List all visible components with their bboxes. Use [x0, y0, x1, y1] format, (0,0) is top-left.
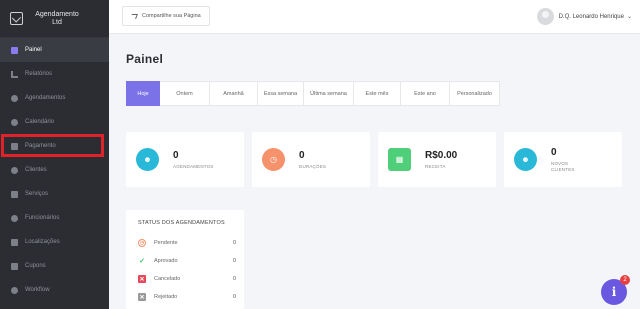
info-icon: i	[611, 285, 617, 299]
stat-label: AGENDAMENTOS	[173, 163, 214, 169]
status-label: Pendente	[154, 240, 178, 246]
sidebar-item-label: Relatórios	[25, 71, 53, 77]
sidebar-item-label: Localizações	[25, 239, 60, 245]
avatar	[536, 8, 554, 25]
brand[interactable]: Agendamento Ltd	[0, 0, 109, 38]
sidebar-item-localizacoes[interactable]: Localizações	[0, 230, 109, 254]
stat-card-duracoes: ◷ 0 DURAÇÕES	[252, 132, 370, 187]
clock-icon	[11, 94, 18, 102]
stat-card-receita: ▦ R$0.00 RECEITA	[378, 132, 496, 187]
stat-cards: ☻ 0 AGENDAMENTOS ◷ 0 DURAÇÕES ▦ R$0.00 R…	[126, 132, 630, 187]
sidebar-item-label: Cupons	[25, 263, 46, 269]
tab-hoje[interactable]: Hoje	[126, 81, 160, 106]
stat-card-novos-clientes: ☻ 0 NOVOS CLIENTES	[504, 132, 622, 187]
tab-amanha[interactable]: Amanhã	[210, 81, 258, 106]
status-count: 0	[232, 294, 236, 300]
sidebar-item-workflow[interactable]: Workflow	[0, 278, 109, 302]
status-count: 0	[232, 276, 236, 282]
employee-icon	[11, 214, 18, 222]
share-page-label: Compartilhe sua Página	[142, 13, 201, 19]
calendar-icon	[11, 118, 18, 126]
sidebar-item-label: Calendário	[25, 119, 55, 125]
status-row-rejeitado: ✕ Rejeitado 0	[138, 288, 236, 306]
status-count: 0	[232, 240, 236, 246]
sidebar-item-label: Funcionários	[25, 215, 60, 221]
workflow-icon	[11, 286, 18, 294]
status-row-aprovado: ✓ Aprovado 0	[138, 252, 236, 270]
tab-essa-semana[interactable]: Essa semana	[258, 81, 304, 106]
dashboard-icon	[11, 46, 18, 54]
sidebar-item-calendario[interactable]: Calendário	[0, 110, 109, 134]
sidebar-item-clientes[interactable]: Clientes	[0, 158, 109, 182]
status-row-cancelado: ✕ Cancelado 0	[138, 270, 236, 288]
page-title: Painel	[126, 52, 164, 66]
notification-badge: 2	[620, 275, 630, 285]
sidebar: Agendamento Ltd Painel Relatórios Agenda…	[0, 0, 109, 309]
sidebar-item-servicos[interactable]: Serviços	[0, 182, 109, 206]
location-icon	[11, 238, 18, 246]
date-filter-tabs: Hoje Ontem Amanhã Essa semana Última sem…	[126, 81, 500, 106]
check-icon: ✓	[139, 258, 145, 265]
tab-este-ano[interactable]: Este ano	[401, 81, 450, 106]
status-label: Rejeitado	[154, 294, 178, 300]
status-count: 0	[232, 258, 236, 264]
brand-name: Agendamento Ltd	[35, 10, 79, 26]
status-row-pendente: ◷ Pendente 0	[138, 234, 236, 252]
tab-ontem[interactable]: Ontem	[160, 81, 210, 106]
tab-este-mes[interactable]: Este mês	[354, 81, 401, 106]
sidebar-item-label: Clientes	[25, 167, 47, 173]
stat-label: DURAÇÕES	[299, 163, 327, 169]
appointment-status-panel: STATUS DOS AGENDAMENTOS ◷ Pendente 0 ✓ A…	[126, 210, 244, 309]
stat-value: 0	[299, 149, 305, 161]
coupon-icon	[11, 262, 18, 270]
services-icon	[11, 190, 18, 198]
user-icon: ☻	[136, 148, 159, 171]
user-name: D.Q. Leonardo Henrique	[558, 13, 624, 20]
sidebar-item-label: Workflow	[25, 287, 50, 293]
clock-icon: ◷	[138, 239, 146, 247]
users-icon	[11, 166, 18, 174]
user-icon: ☻	[514, 148, 537, 171]
share-icon	[130, 13, 138, 19]
sidebar-item-label: Painel	[25, 47, 42, 53]
stat-label: NOVOS CLIENTES	[551, 160, 575, 172]
tab-personalizado[interactable]: Personalizado	[450, 81, 500, 106]
sidebar-item-label: Serviços	[25, 191, 49, 197]
pagamento-highlight-box	[1, 134, 104, 157]
sidebar-item-cupons[interactable]: Cupons	[0, 254, 109, 278]
chevron-down-icon: ⌄	[626, 14, 632, 20]
tab-ultima-semana[interactable]: Última semana	[304, 81, 354, 106]
logo-icon	[10, 12, 23, 25]
share-page-button[interactable]: Compartilhe sua Página	[122, 6, 210, 26]
money-icon: ▦	[388, 148, 411, 171]
sidebar-item-relatorios[interactable]: Relatórios	[0, 62, 109, 86]
stat-card-agendamentos: ☻ 0 AGENDAMENTOS	[126, 132, 244, 187]
clock-icon: ◷	[262, 148, 285, 171]
status-label: Cancelado	[154, 276, 181, 282]
sidebar-nav: Painel Relatórios Agendamentos Calendári…	[0, 38, 109, 302]
chart-icon	[11, 70, 18, 78]
status-title: STATUS DOS AGENDAMENTOS	[138, 220, 225, 226]
stat-value: 0	[551, 146, 557, 158]
topbar: Compartilhe sua Página D.Q. Leonardo Hen…	[109, 0, 640, 34]
status-label: Aprovado	[154, 258, 178, 264]
x-icon: ✕	[138, 293, 146, 301]
stat-label: RECEITA	[425, 163, 446, 169]
stat-value: R$0.00	[425, 149, 458, 161]
sidebar-item-painel[interactable]: Painel	[0, 38, 109, 62]
stat-value: 0	[173, 149, 179, 161]
user-menu[interactable]: D.Q. Leonardo Henrique ⌄	[536, 8, 632, 25]
sidebar-item-label: Agendamentos	[25, 95, 66, 101]
sidebar-item-agendamentos[interactable]: Agendamentos	[0, 86, 109, 110]
x-icon: ✕	[138, 275, 146, 283]
sidebar-item-funcionarios[interactable]: Funcionários	[0, 206, 109, 230]
